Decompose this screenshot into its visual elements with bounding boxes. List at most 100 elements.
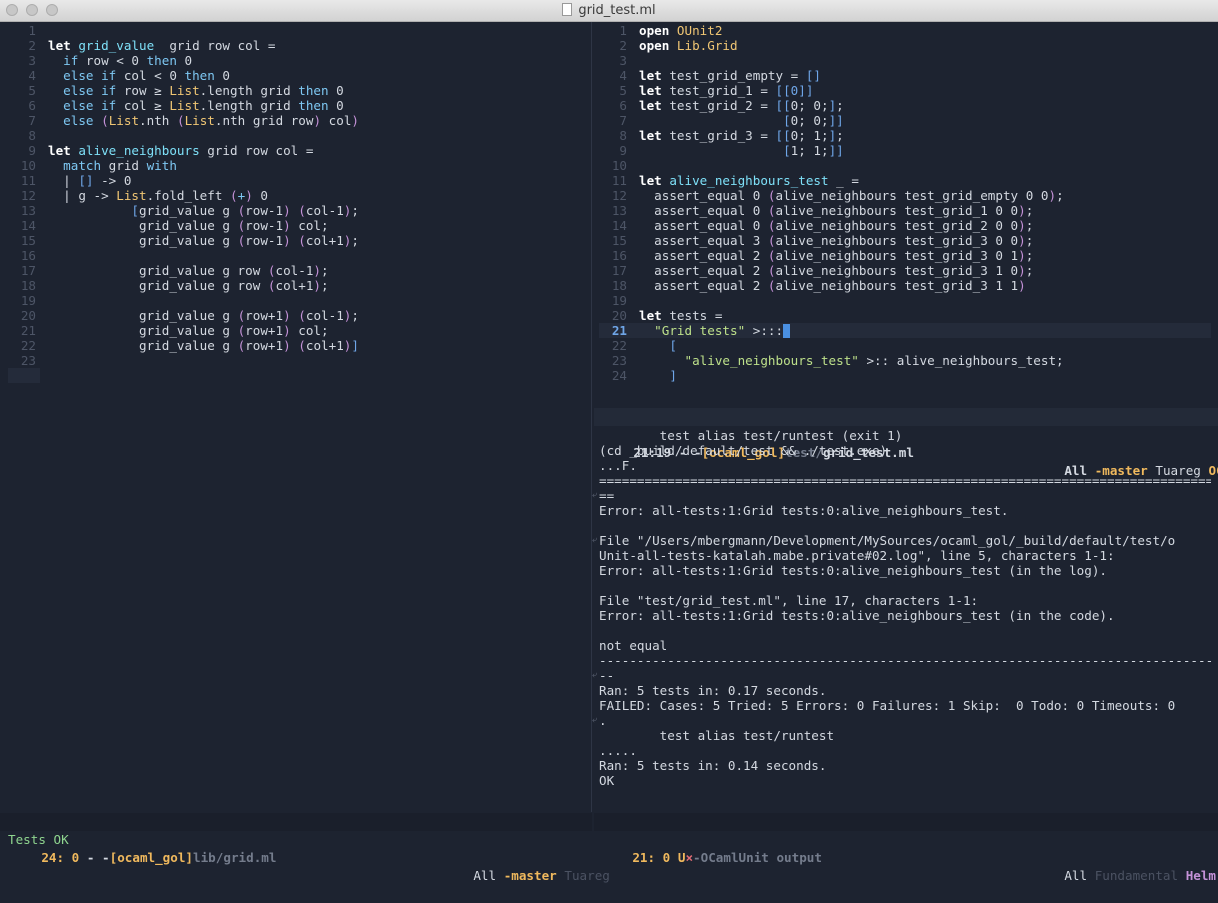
code-line[interactable]: 6 else if col ≥ List.length grid then 0: [8, 98, 588, 113]
code-line[interactable]: 12 assert_equal 0 (alive_neighbours test…: [599, 188, 1211, 203]
code-line[interactable]: 7 [0; 0;]]: [599, 113, 1211, 128]
code-token: Lib.Grid: [676, 38, 738, 53]
output-line: not equal: [599, 638, 668, 653]
ounit-output-pane[interactable]: test alias test/runtest (exit 1) (cd _bui…: [599, 428, 1211, 788]
code-line[interactable]: [8, 368, 40, 383]
code-text: open Lib.Grid: [639, 38, 738, 53]
code-token: let: [639, 308, 662, 323]
code-line[interactable]: 8: [8, 128, 588, 143]
code-token: then: [184, 68, 215, 83]
code-line[interactable]: 3 if row < 0 then 0: [8, 53, 588, 68]
code-line[interactable]: 21 "Grid tests" >:::: [599, 323, 1211, 338]
code-line[interactable]: 23: [8, 353, 588, 368]
code-token: row-1: [245, 233, 284, 248]
line-number: 15: [611, 233, 627, 248]
code-line[interactable]: 19: [8, 293, 588, 308]
code-token: []: [805, 68, 821, 83]
code-line[interactable]: 23 "alive_neighbours_test" >:: alive_nei…: [599, 353, 1211, 368]
code-line[interactable]: 6 let test_grid_2 = [[0; 0;];: [599, 98, 1211, 113]
window-divider[interactable]: [591, 22, 592, 812]
code-line[interactable]: 15 assert_equal 3 (alive_neighbours test…: [599, 233, 1211, 248]
code-line[interactable]: 17 assert_equal 2 (alive_neighbours test…: [599, 263, 1211, 278]
code-token: col-1: [275, 263, 314, 278]
code-line[interactable]: 7 else (List.nth (List.nth grid row) col…: [8, 113, 588, 128]
line-number: 23: [611, 353, 627, 368]
line-number: 7: [28, 113, 36, 128]
code-text: grid_value g (row+1) (col-1);: [48, 308, 359, 323]
code-line[interactable]: 9 [1; 1;]]: [599, 143, 1211, 158]
text-cursor: [783, 324, 791, 338]
code-line[interactable]: 14 assert_equal 0 (alive_neighbours test…: [599, 218, 1211, 233]
code-line[interactable]: 13 assert_equal 0 (alive_neighbours test…: [599, 203, 1211, 218]
code-line[interactable]: 16 assert_equal 2 (alive_neighbours test…: [599, 248, 1211, 263]
code-line[interactable]: 4 else if col < 0 then 0: [8, 68, 588, 83]
code-line[interactable]: 1 open OUnit2: [599, 23, 1211, 38]
code-token: .length grid: [199, 98, 299, 113]
code-line[interactable]: 12 | g -> List.fold_left (+) 0: [8, 188, 588, 203]
code-token: ;: [836, 128, 844, 143]
code-line[interactable]: 4 let test_grid_empty = []: [599, 68, 1211, 83]
code-line[interactable]: 18 assert_equal 2 (alive_neighbours test…: [599, 278, 1211, 293]
code-line[interactable]: 11 | [] -> 0: [8, 173, 588, 188]
code-line[interactable]: 20 grid_value g (row+1) (col-1);: [8, 308, 588, 323]
code-line[interactable]: 14 grid_value g (row-1) col;: [8, 218, 588, 233]
code-line[interactable]: 17 grid_value g row (col-1);: [8, 263, 588, 278]
code-token: (: [767, 218, 776, 233]
output-line: Error: all-tests:1:Grid tests:0:alive_ne…: [599, 608, 1115, 623]
right-modeline[interactable]: 21:19 - -[ocaml_gol]test/grid_test.ml Al…: [594, 408, 1218, 478]
code-line[interactable]: 15 grid_value g (row-1) (col+1);: [8, 233, 588, 248]
code-text: let alive_neighbours_test _ =: [639, 173, 859, 188]
output-line: File "/Users/mbergmann/Development/MySou…: [599, 533, 1176, 548]
code-line[interactable]: 22 grid_value g (row+1) (col+1)]: [8, 338, 588, 353]
code-token: >:::: [745, 323, 784, 338]
left-modeline[interactable]: 24: 0 - -[ocaml_gol]lib/grid.ml All -mas…: [0, 813, 610, 883]
code-token: (: [767, 203, 776, 218]
code-line[interactable]: 20 let tests =: [599, 308, 1211, 323]
code-text: match grid with: [48, 158, 177, 173]
line-number: 9: [619, 143, 627, 158]
line-number: 14: [20, 218, 36, 233]
code-token: test_grid_empty =: [661, 68, 806, 83]
code-line[interactable]: 16: [8, 248, 588, 263]
left-editor-pane[interactable]: 1 2 let grid_value grid row col = 3 if row …: [8, 23, 588, 388]
code-text: [1; 1;]]: [639, 143, 844, 158]
code-line[interactable]: 18 grid_value g row (col+1);: [8, 278, 588, 293]
code-token: alive_neighbours test_grid_empty 0 0: [775, 188, 1049, 203]
code-line[interactable]: 8 let test_grid_3 = [[0; 1;];: [599, 128, 1211, 143]
code-token: test_grid_2 =: [661, 98, 776, 113]
code-line[interactable]: 10 match grid with: [8, 158, 588, 173]
code-line[interactable]: 19: [599, 293, 1211, 308]
code-line[interactable]: 5 else if row ≥ List.length grid then 0: [8, 83, 588, 98]
right-editor-pane[interactable]: 1 open OUnit2 2 open Lib.Grid 3 4 let test_gri…: [599, 23, 1211, 388]
modeline-scope: All: [1064, 868, 1088, 883]
code-token: assert_equal 0: [639, 218, 768, 233]
code-line[interactable]: 22 [: [599, 338, 1211, 353]
code-text: let test_grid_1 = [[0]]: [639, 83, 813, 98]
code-token: col+1: [305, 233, 344, 248]
code-line[interactable]: 24 ]: [599, 368, 1211, 383]
line-number: 5: [619, 83, 627, 98]
code-line[interactable]: 10: [599, 158, 1211, 173]
code-line[interactable]: 13 [grid_value g (row-1) (col-1);: [8, 203, 588, 218]
code-line[interactable]: 5 let test_grid_1 = [[0]]: [599, 83, 1211, 98]
code-text: "alive_neighbours_test" >:: alive_neighb…: [639, 353, 1064, 368]
code-token: row-1: [245, 203, 284, 218]
code-text: [0; 0;]]: [639, 113, 844, 128]
output-modeline[interactable]: 21: 0 U×-OCamlUnit output All Fundamenta…: [594, 813, 1218, 883]
window-titlebar: grid_test.ml: [0, 0, 1218, 22]
code-line[interactable]: 2 open Lib.Grid: [599, 38, 1211, 53]
modeline-scope: All: [473, 868, 497, 883]
code-line[interactable]: 1: [8, 23, 588, 38]
code-line[interactable]: 9 let alive_neighbours grid row col =: [8, 143, 588, 158]
code-line[interactable]: 21 grid_value g (row+1) col;: [8, 323, 588, 338]
code-token: |: [48, 173, 79, 188]
code-text: [: [639, 338, 677, 353]
code-line[interactable]: 11 let alive_neighbours_test _ =: [599, 173, 1211, 188]
code-token: ;: [836, 98, 844, 113]
code-line[interactable]: 2 let grid_value grid row col =: [8, 38, 588, 53]
code-line[interactable]: 3: [599, 53, 1211, 68]
code-token: grid: [101, 158, 147, 173]
